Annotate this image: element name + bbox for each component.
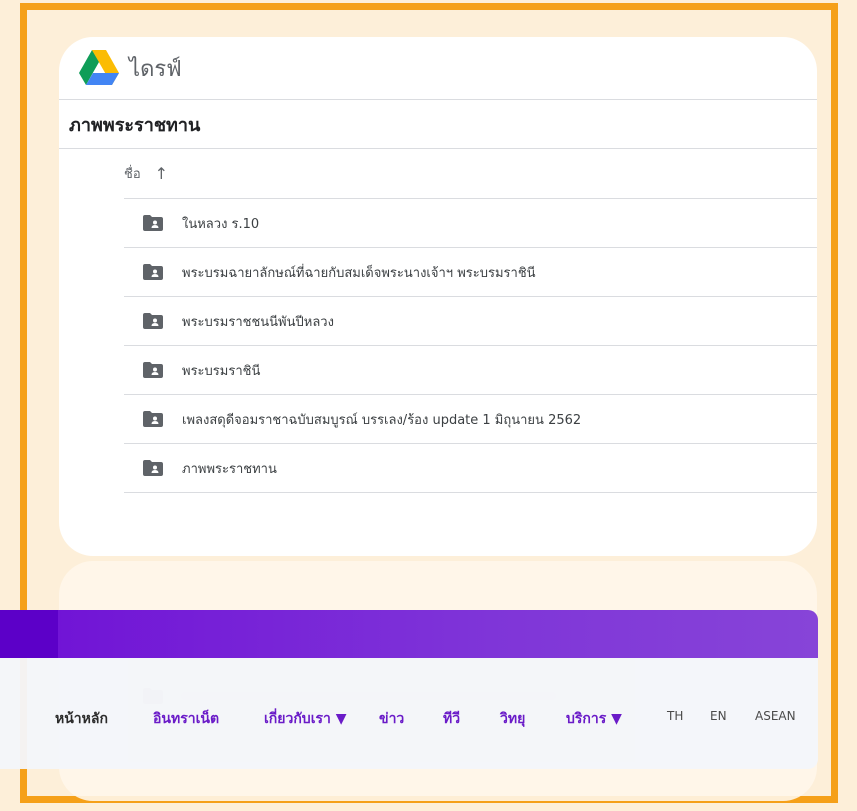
file-name: ภาพพระราชทาน: [182, 461, 277, 477]
lang-asean[interactable]: ASEAN: [755, 709, 796, 723]
file-name: พระบรมราชชนนีพันปีหลวง: [182, 314, 334, 330]
nav-news[interactable]: ข่าว: [379, 708, 404, 730]
nav-about-dropdown[interactable]: เกี่ยวกับเรา ▼: [264, 708, 347, 730]
sort-by-name-label[interactable]: ชื่อ: [124, 163, 141, 184]
file-name: เพลงสดุดีจอมราชาฉบับสมบูรณ์ บรรเลง/ร้อง …: [182, 412, 582, 428]
list-item[interactable]: พระบรมฉายาลักษณ์ที่ฉายกับสมเด็จพระนางเจ้…: [124, 248, 817, 297]
list-item[interactable]: ในหลวง ร.10: [124, 199, 817, 248]
shared-folder-icon: [143, 460, 163, 476]
list-item[interactable]: พระบรมราชินี: [124, 346, 817, 395]
navbar-top-strip: [0, 610, 818, 658]
list-item[interactable]: เพลงสดุดีจอมราชาฉบับสมบูรณ์ บรรเลง/ร้อง …: [124, 395, 817, 444]
arrow-up-icon[interactable]: ↑: [155, 164, 168, 183]
folder-title[interactable]: ภาพพระราชทาน: [69, 110, 200, 139]
lang-en[interactable]: EN: [710, 709, 727, 723]
navbar-menu: หน้าหลัก อินทราเน็ต เกี่ยวกับเรา ▼ ข่าว …: [0, 658, 818, 769]
shared-folder-icon: [143, 411, 163, 427]
nav-tv[interactable]: ทีวี: [443, 708, 460, 730]
shared-folder-icon: [143, 215, 163, 231]
site-navbar: หน้าหลัก อินทราเน็ต เกี่ยวกับเรา ▼ ข่าว …: [0, 610, 818, 769]
nav-radio[interactable]: วิทยุ: [500, 708, 525, 730]
file-name: พระบรมราชินี: [182, 363, 261, 379]
shared-folder-icon: [143, 313, 163, 329]
nav-intranet[interactable]: อินทราเน็ต: [153, 708, 219, 730]
list-item[interactable]: ภาพพระราชทาน: [124, 444, 817, 493]
nav-services-dropdown[interactable]: บริการ ▼: [566, 708, 622, 730]
navbar-accent: [0, 610, 58, 658]
nav-home[interactable]: หน้าหลัก: [55, 708, 108, 730]
drive-header: ไดรฟ์: [59, 37, 817, 100]
sort-header[interactable]: ชื่อ ↑: [124, 149, 817, 199]
file-name: ในหลวง ร.10: [182, 216, 260, 232]
folder-title-row: ภาพพระราชทาน: [59, 100, 817, 149]
file-name: พระบรมฉายาลักษณ์ที่ฉายกับสมเด็จพระนางเจ้…: [182, 265, 536, 281]
drive-embed: ไดรฟ์ ภาพพระราชทาน ชื่อ ↑ ในหลวง ร.10 พร…: [59, 37, 817, 556]
list-item[interactable]: พระบรมราชชนนีพันปีหลวง: [124, 297, 817, 346]
file-list: ชื่อ ↑ ในหลวง ร.10 พระบรมฉายาลักษณ์ที่ฉา…: [124, 149, 817, 493]
shared-folder-icon: [143, 264, 163, 280]
lang-th[interactable]: TH: [667, 709, 683, 723]
drive-app-name[interactable]: ไดรฟ์: [129, 51, 182, 86]
google-drive-logo-icon: [79, 50, 119, 85]
shared-folder-icon: [143, 362, 163, 378]
